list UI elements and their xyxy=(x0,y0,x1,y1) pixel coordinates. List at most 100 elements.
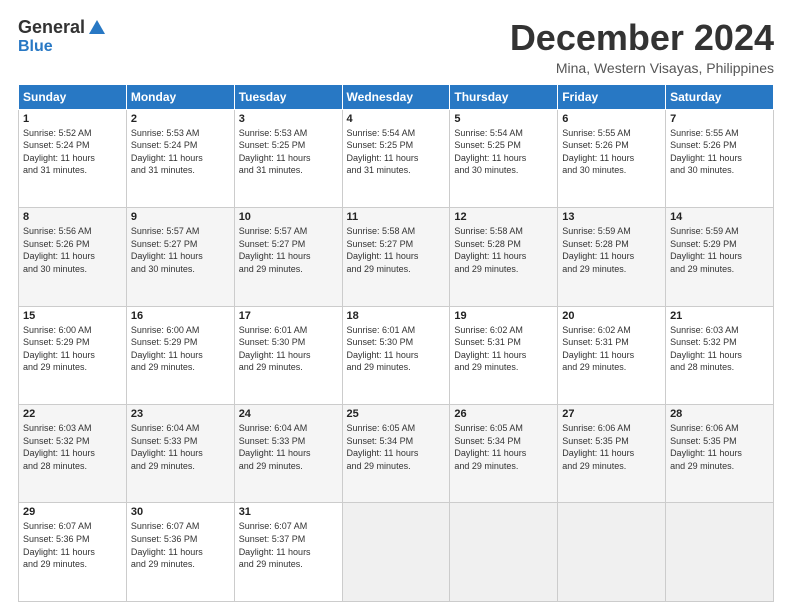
day-info: Sunrise: 5:59 AM Sunset: 5:29 PM Dayligh… xyxy=(670,225,769,275)
day-info: Sunrise: 6:03 AM Sunset: 5:32 PM Dayligh… xyxy=(670,324,769,374)
logo-blue: Blue xyxy=(18,38,53,56)
day-info: Sunrise: 5:54 AM Sunset: 5:25 PM Dayligh… xyxy=(347,127,446,177)
page: General Blue December 2024 Mina, Western… xyxy=(0,0,792,612)
calendar-cell: 19 Sunrise: 6:02 AM Sunset: 5:31 PM Dayli… xyxy=(450,306,558,404)
day-number: 6 xyxy=(562,113,661,125)
title-block: December 2024 Mina, Western Visayas, Phi… xyxy=(510,18,774,76)
day-number: 18 xyxy=(347,310,446,322)
day-header-sunday: Sunday xyxy=(19,84,127,109)
day-number: 1 xyxy=(23,113,122,125)
day-number: 27 xyxy=(562,408,661,420)
calendar-cell: 17Sunrise: 6:01 AM Sunset: 5:30 PM Dayli… xyxy=(234,306,342,404)
calendar-header-row: SundayMondayTuesdayWednesdayThursdayFrid… xyxy=(19,84,774,109)
calendar-cell: 9 Sunrise: 5:57 AM Sunset: 5:27 PM Daylig… xyxy=(126,208,234,306)
day-info: Sunrise: 6:06 AM Sunset: 5:35 PM Dayligh… xyxy=(670,422,769,472)
day-number: 7 xyxy=(670,113,769,125)
day-info: Sunrise: 5:55 AM Sunset: 5:26 PM Dayligh… xyxy=(562,127,661,177)
day-info: Sunrise: 6:05 AM Sunset: 5:34 PM Dayligh… xyxy=(347,422,446,472)
day-number: 11 xyxy=(347,211,446,223)
day-info: Sunrise: 6:01 AM Sunset: 5:30 PM Dayligh… xyxy=(347,324,446,374)
main-title: December 2024 xyxy=(510,18,774,58)
calendar-cell: 10 Sunrise: 5:57 AM Sunset: 5:27 PM Dayli… xyxy=(234,208,342,306)
calendar-cell: 16Sunrise: 6:00 AM Sunset: 5:29 PM Dayli… xyxy=(126,306,234,404)
day-number: 31 xyxy=(239,506,338,518)
calendar-cell: 18 Sunrise: 6:01 AM Sunset: 5:30 PM Dayli… xyxy=(342,306,450,404)
calendar-week-4: 22 Sunrise: 6:03 AM Sunset: 5:32 PM Dayli… xyxy=(19,405,774,503)
day-info: Sunrise: 6:07 AM Sunset: 5:36 PM Dayligh… xyxy=(131,520,230,570)
day-number: 26 xyxy=(454,408,553,420)
day-number: 22 xyxy=(23,408,122,420)
calendar-week-2: 8 Sunrise: 5:56 AM Sunset: 5:26 PM Daylig… xyxy=(19,208,774,306)
calendar-cell: 4Sunrise: 5:54 AM Sunset: 5:25 PM Daylig… xyxy=(342,109,450,207)
day-header-friday: Friday xyxy=(558,84,666,109)
day-number: 29 xyxy=(23,506,122,518)
calendar-cell: 27 Sunrise: 6:06 AM Sunset: 5:35 PM Dayli… xyxy=(558,405,666,503)
calendar-cell: 21 Sunrise: 6:03 AM Sunset: 5:32 PM Dayli… xyxy=(666,306,774,404)
calendar-cell: 2 Sunrise: 5:53 AM Sunset: 5:24 PM Daylig… xyxy=(126,109,234,207)
day-number: 8 xyxy=(23,211,122,223)
calendar-cell xyxy=(558,503,666,602)
day-number: 9 xyxy=(131,211,230,223)
calendar-cell: 24Sunrise: 6:04 AM Sunset: 5:33 PM Dayli… xyxy=(234,405,342,503)
calendar-cell: 14 Sunrise: 5:59 AM Sunset: 5:29 PM Dayli… xyxy=(666,208,774,306)
calendar-cell: 11 Sunrise: 5:58 AM Sunset: 5:27 PM Dayli… xyxy=(342,208,450,306)
day-number: 19 xyxy=(454,310,553,322)
calendar-cell: 22 Sunrise: 6:03 AM Sunset: 5:32 PM Dayli… xyxy=(19,405,127,503)
day-info: Sunrise: 5:59 AM Sunset: 5:28 PM Dayligh… xyxy=(562,225,661,275)
day-number: 24 xyxy=(239,408,338,420)
calendar-cell: 25 Sunrise: 6:05 AM Sunset: 5:34 PM Dayli… xyxy=(342,405,450,503)
calendar-body: 1Sunrise: 5:52 AM Sunset: 5:24 PM Daylig… xyxy=(19,109,774,601)
day-info: Sunrise: 5:53 AM Sunset: 5:25 PM Dayligh… xyxy=(239,127,338,177)
calendar-week-3: 15 Sunrise: 6:00 AM Sunset: 5:29 PM Dayli… xyxy=(19,306,774,404)
day-header-saturday: Saturday xyxy=(666,84,774,109)
calendar-cell: 7 Sunrise: 5:55 AM Sunset: 5:26 PM Daylig… xyxy=(666,109,774,207)
calendar-cell xyxy=(666,503,774,602)
day-info: Sunrise: 6:02 AM Sunset: 5:31 PM Dayligh… xyxy=(454,324,553,374)
calendar-cell: 30 Sunrise: 6:07 AM Sunset: 5:36 PM Dayli… xyxy=(126,503,234,602)
day-number: 3 xyxy=(239,113,338,125)
day-number: 21 xyxy=(670,310,769,322)
calendar-cell: 8 Sunrise: 5:56 AM Sunset: 5:26 PM Daylig… xyxy=(19,208,127,306)
day-number: 2 xyxy=(131,113,230,125)
day-info: Sunrise: 5:57 AM Sunset: 5:27 PM Dayligh… xyxy=(239,225,338,275)
day-info: Sunrise: 6:07 AM Sunset: 5:36 PM Dayligh… xyxy=(23,520,122,570)
day-number: 16 xyxy=(131,310,230,322)
calendar-cell: 3 Sunrise: 5:53 AM Sunset: 5:25 PM Daylig… xyxy=(234,109,342,207)
day-number: 30 xyxy=(131,506,230,518)
day-info: Sunrise: 6:02 AM Sunset: 5:31 PM Dayligh… xyxy=(562,324,661,374)
day-info: Sunrise: 6:00 AM Sunset: 5:29 PM Dayligh… xyxy=(23,324,122,374)
day-header-wednesday: Wednesday xyxy=(342,84,450,109)
day-number: 12 xyxy=(454,211,553,223)
day-info: Sunrise: 5:57 AM Sunset: 5:27 PM Dayligh… xyxy=(131,225,230,275)
logo-general: General xyxy=(18,18,85,38)
day-number: 20 xyxy=(562,310,661,322)
day-number: 14 xyxy=(670,211,769,223)
day-info: Sunrise: 6:03 AM Sunset: 5:32 PM Dayligh… xyxy=(23,422,122,472)
day-info: Sunrise: 6:07 AM Sunset: 5:37 PM Dayligh… xyxy=(239,520,338,570)
day-info: Sunrise: 5:54 AM Sunset: 5:25 PM Dayligh… xyxy=(454,127,553,177)
day-info: Sunrise: 5:53 AM Sunset: 5:24 PM Dayligh… xyxy=(131,127,230,177)
day-number: 15 xyxy=(23,310,122,322)
calendar-week-5: 29 Sunrise: 6:07 AM Sunset: 5:36 PM Dayli… xyxy=(19,503,774,602)
day-header-monday: Monday xyxy=(126,84,234,109)
day-info: Sunrise: 5:55 AM Sunset: 5:26 PM Dayligh… xyxy=(670,127,769,177)
day-info: Sunrise: 6:04 AM Sunset: 5:33 PM Dayligh… xyxy=(131,422,230,472)
day-info: Sunrise: 6:01 AM Sunset: 5:30 PM Dayligh… xyxy=(239,324,338,374)
calendar-cell: 26 Sunrise: 6:05 AM Sunset: 5:34 PM Dayli… xyxy=(450,405,558,503)
calendar-cell: 15 Sunrise: 6:00 AM Sunset: 5:29 PM Dayli… xyxy=(19,306,127,404)
day-number: 23 xyxy=(131,408,230,420)
day-info: Sunrise: 5:58 AM Sunset: 5:28 PM Dayligh… xyxy=(454,225,553,275)
day-info: Sunrise: 6:06 AM Sunset: 5:35 PM Dayligh… xyxy=(562,422,661,472)
logo-icon xyxy=(87,18,105,36)
calendar-cell: 5Sunrise: 5:54 AM Sunset: 5:25 PM Daylig… xyxy=(450,109,558,207)
day-number: 25 xyxy=(347,408,446,420)
calendar-cell: 1Sunrise: 5:52 AM Sunset: 5:24 PM Daylig… xyxy=(19,109,127,207)
calendar-cell: 29 Sunrise: 6:07 AM Sunset: 5:36 PM Dayli… xyxy=(19,503,127,602)
day-info: Sunrise: 5:58 AM Sunset: 5:27 PM Dayligh… xyxy=(347,225,446,275)
calendar-cell: 20 Sunrise: 6:02 AM Sunset: 5:31 PM Dayli… xyxy=(558,306,666,404)
day-info: Sunrise: 6:05 AM Sunset: 5:34 PM Dayligh… xyxy=(454,422,553,472)
calendar-week-1: 1Sunrise: 5:52 AM Sunset: 5:24 PM Daylig… xyxy=(19,109,774,207)
day-info: Sunrise: 5:56 AM Sunset: 5:26 PM Dayligh… xyxy=(23,225,122,275)
day-number: 10 xyxy=(239,211,338,223)
day-header-thursday: Thursday xyxy=(450,84,558,109)
